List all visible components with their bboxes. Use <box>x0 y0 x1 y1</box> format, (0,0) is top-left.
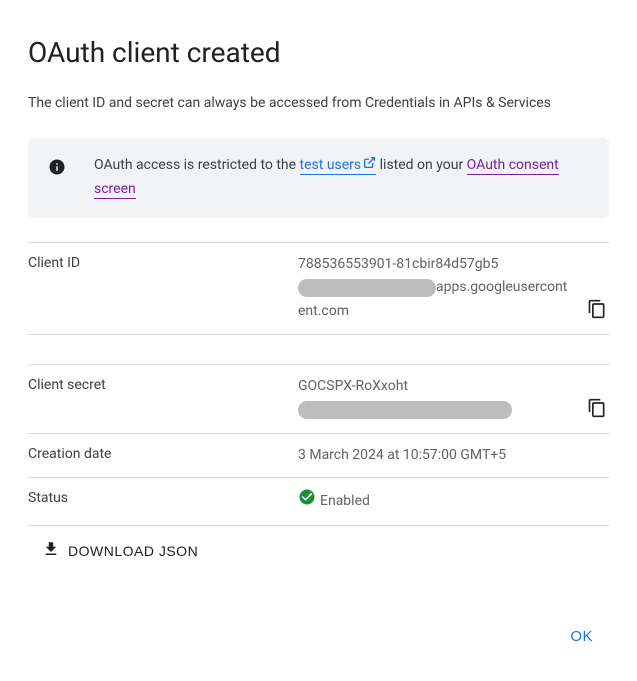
client-id-label: Client ID <box>28 253 298 271</box>
info-text-mid: listed on your <box>376 157 467 173</box>
redacted-segment <box>298 279 436 297</box>
info-text-prefix: OAuth access is restricted to the <box>94 157 300 173</box>
check-circle-icon <box>298 488 316 515</box>
creation-date-row: Creation date 3 March 2024 at 10:57:00 G… <box>28 434 609 479</box>
status-label: Status <box>28 488 298 506</box>
download-json-button[interactable]: DOWNLOAD JSON <box>28 528 212 573</box>
client-secret-label: Client secret <box>28 375 298 393</box>
copy-client-id-button[interactable] <box>585 297 609 324</box>
dialog-subtitle: The client ID and secret can always be a… <box>28 93 609 114</box>
spacer-row <box>28 335 609 365</box>
status-row: Status Enabled <box>28 478 609 526</box>
creation-date-label: Creation date <box>28 444 298 462</box>
client-id-prefix: 788536553901-81cbir84d57gb5 <box>298 256 498 272</box>
copy-icon <box>587 307 607 322</box>
client-secret-row: Client secret GOCSPX-RoXxoht <box>28 365 609 434</box>
external-link-icon <box>363 154 376 178</box>
test-users-link-label: test users <box>300 157 362 173</box>
copy-client-secret-button[interactable] <box>585 396 609 423</box>
client-id-row: Client ID 788536553901-81cbir84d57gb5app… <box>28 242 609 335</box>
ok-button[interactable]: OK <box>558 620 605 653</box>
test-users-link[interactable]: test users <box>300 157 377 175</box>
dialog-title: OAuth client created <box>28 36 609 69</box>
status-text: Enabled <box>320 490 370 514</box>
client-secret-value: GOCSPX-RoXxoht <box>298 375 609 423</box>
info-icon <box>48 154 66 176</box>
info-banner: OAuth access is restricted to the test u… <box>28 138 609 218</box>
download-icon <box>42 540 60 561</box>
redacted-segment <box>298 401 512 419</box>
status-value: Enabled <box>298 488 609 515</box>
client-secret-prefix: GOCSPX-RoXxoht <box>298 378 408 394</box>
client-id-value: 788536553901-81cbir84d57gb5apps.googleus… <box>298 253 609 324</box>
creation-date-value: 3 March 2024 at 10:57:00 GMT+5 <box>298 444 609 468</box>
info-text: OAuth access is restricted to the test u… <box>94 154 593 202</box>
copy-icon <box>587 406 607 421</box>
download-json-label: DOWNLOAD JSON <box>68 543 198 559</box>
